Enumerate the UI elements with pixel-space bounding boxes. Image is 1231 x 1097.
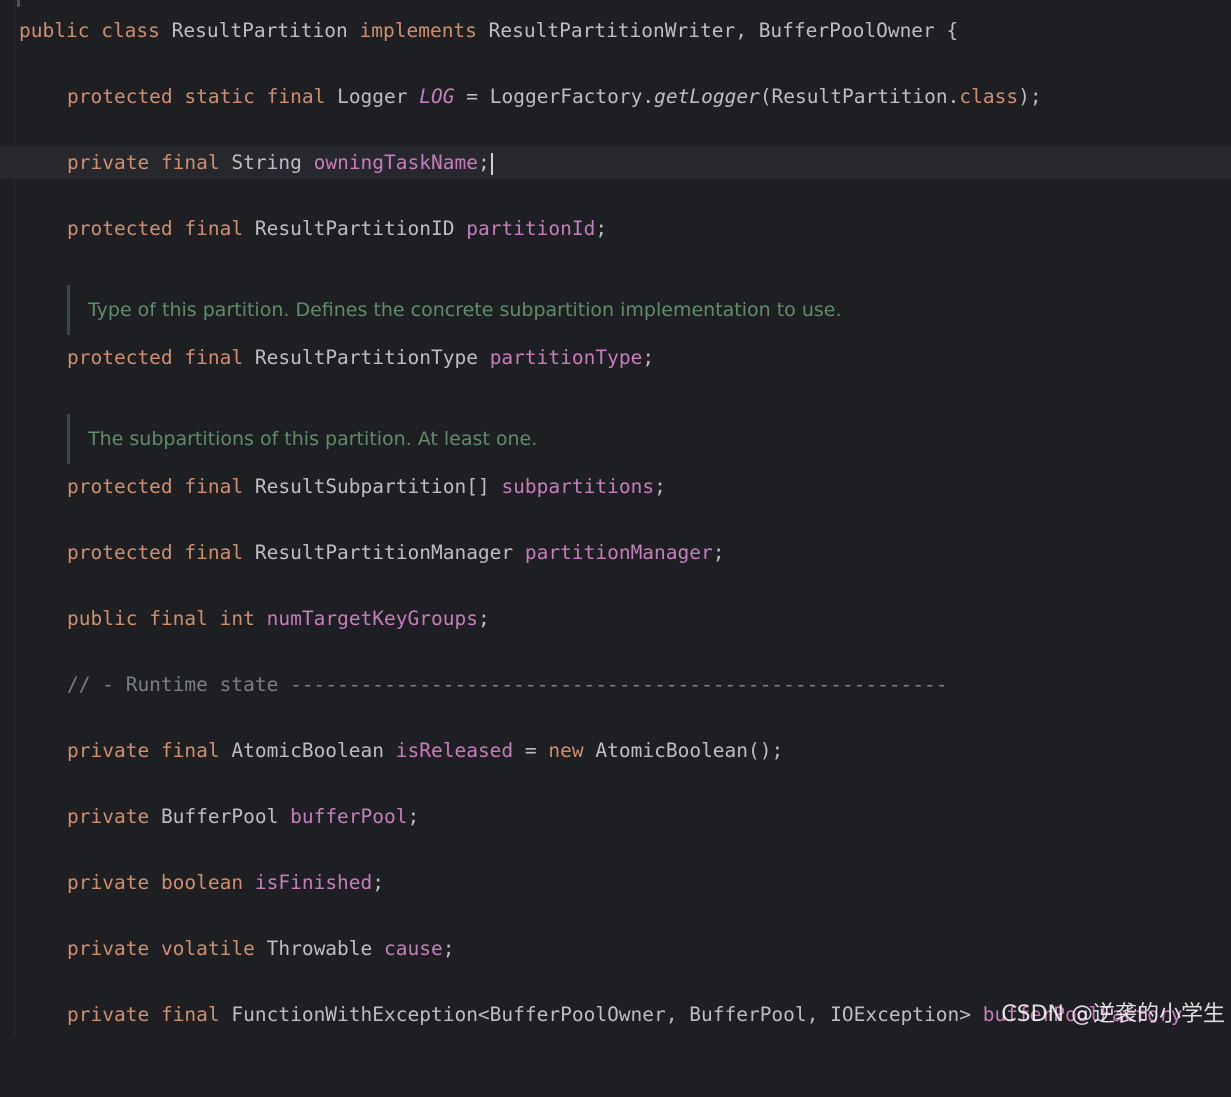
punctuation: ;: [477, 151, 490, 174]
keyword: volatile: [160, 937, 255, 960]
keyword: public: [67, 607, 138, 630]
doc-comment-text: Type of this partition. Defines the conc…: [88, 299, 842, 321]
punctuation: ;: [372, 871, 385, 894]
type-name: Logger: [337, 85, 408, 108]
interface-list: ResultPartitionWriter, BufferPoolOwner {: [488, 19, 959, 42]
doc-comment-text: The subpartitions of this partition. At …: [88, 428, 538, 450]
code-line-buffer-pool[interactable]: private BufferPool bufferPool;: [0, 800, 1231, 833]
method-call: getLogger: [654, 85, 760, 108]
keyword: final: [184, 346, 244, 369]
code-line-comment[interactable]: // - Runtime state ---------------------…: [0, 668, 1231, 701]
code-line-cause[interactable]: private volatile Throwable cause;: [0, 932, 1231, 965]
type-name: ResultPartitionType: [254, 346, 478, 369]
class-ref: LoggerFactory.: [489, 85, 655, 108]
punctuation: ;: [595, 217, 608, 240]
keyword: private: [67, 739, 150, 762]
code-line-num-target-key-groups[interactable]: public final int numTargetKeyGroups;: [0, 602, 1231, 635]
keyword: class: [101, 19, 160, 42]
field-name: partitionId: [466, 217, 596, 240]
type-name: FunctionWithException<BufferPoolOwner, B…: [231, 1003, 972, 1026]
field-name: owningTaskName: [313, 151, 478, 174]
keyword: final: [184, 475, 244, 498]
keyword: private: [67, 1003, 150, 1026]
keyword: final: [149, 607, 208, 630]
field-name: bufferPool: [290, 805, 408, 828]
doc-comment[interactable]: The subpartitions of this partition. At …: [67, 414, 1167, 464]
keyword: protected: [67, 346, 173, 369]
field-name: numTargetKeyGroups: [266, 607, 478, 630]
keyword: implements: [359, 19, 477, 42]
code-line-partition-type[interactable]: protected final ResultPartitionType part…: [0, 341, 1231, 374]
code-line-log[interactable]: protected static final Logger LOG = Logg…: [0, 80, 1231, 113]
keyword: int: [219, 607, 255, 630]
keyword: protected: [67, 475, 173, 498]
type-name: String: [231, 151, 302, 174]
keyword: private: [67, 871, 150, 894]
type-name: BufferPool: [160, 805, 279, 828]
keyword: final: [160, 1003, 220, 1026]
constructor-call: AtomicBoolean();: [595, 739, 784, 762]
punctuation: ;: [642, 346, 655, 369]
keyword: private: [67, 151, 150, 174]
code-line-is-finished[interactable]: private boolean isFinished;: [0, 866, 1231, 899]
operator: =: [466, 85, 479, 108]
operator: =: [524, 739, 537, 762]
field-name: isReleased: [395, 739, 514, 762]
text-caret: [490, 152, 493, 175]
type-name: ResultPartitionID: [254, 217, 455, 240]
code-line-current[interactable]: private final String owningTaskName;: [0, 146, 1231, 179]
punctuation: );: [1018, 85, 1042, 108]
field-name: isFinished: [254, 871, 373, 894]
type-name: ResultSubpartition[]: [254, 475, 490, 498]
keyword: new: [548, 739, 584, 762]
static-field: LOG: [419, 85, 455, 108]
fold-marker[interactable]: [17, 0, 20, 7]
keyword: protected: [67, 541, 173, 564]
code-line-subpartitions[interactable]: protected final ResultSubpartition[] sub…: [0, 470, 1231, 503]
punctuation: ;: [477, 607, 490, 630]
code-line-is-released[interactable]: private final AtomicBoolean isReleased =…: [0, 734, 1231, 767]
keyword: final: [266, 85, 326, 108]
punctuation: ;: [407, 805, 420, 828]
field-name: partitionManager: [524, 541, 713, 564]
keyword: static: [184, 85, 255, 108]
type-name: ResultPartitionManager: [254, 541, 514, 564]
keyword: final: [184, 217, 244, 240]
keyword: class: [959, 85, 1019, 108]
code-line-class-decl[interactable]: public class ResultPartition implements …: [0, 14, 1231, 47]
code-line-partition-id[interactable]: protected final ResultPartitionID partit…: [0, 212, 1231, 245]
field-name: cause: [384, 937, 443, 960]
keyword: final: [160, 151, 220, 174]
type-name: Throwable: [266, 937, 373, 960]
line-comment: // - Runtime state ---------------------…: [67, 673, 948, 696]
keyword: protected: [67, 85, 173, 108]
keyword: final: [184, 541, 244, 564]
punctuation: ;: [712, 541, 725, 564]
code-line-partition-manager[interactable]: protected final ResultPartitionManager p…: [0, 536, 1231, 569]
field-name: partitionType: [489, 346, 643, 369]
punctuation: ;: [654, 475, 666, 498]
keyword: protected: [67, 217, 173, 240]
argument: (ResultPartition.: [759, 85, 960, 108]
class-name: ResultPartition: [171, 19, 348, 42]
keyword: private: [67, 805, 150, 828]
watermark: CSDN @逆袭的小学生: [1001, 1002, 1225, 1027]
type-name: AtomicBoolean: [231, 739, 385, 762]
punctuation: ;: [442, 937, 455, 960]
doc-comment[interactable]: Type of this partition. Defines the conc…: [67, 285, 1167, 335]
keyword: private: [67, 937, 150, 960]
keyword: public: [19, 19, 90, 42]
keyword: final: [160, 739, 220, 762]
field-name: subpartitions: [501, 475, 655, 498]
keyword: boolean: [160, 871, 244, 894]
